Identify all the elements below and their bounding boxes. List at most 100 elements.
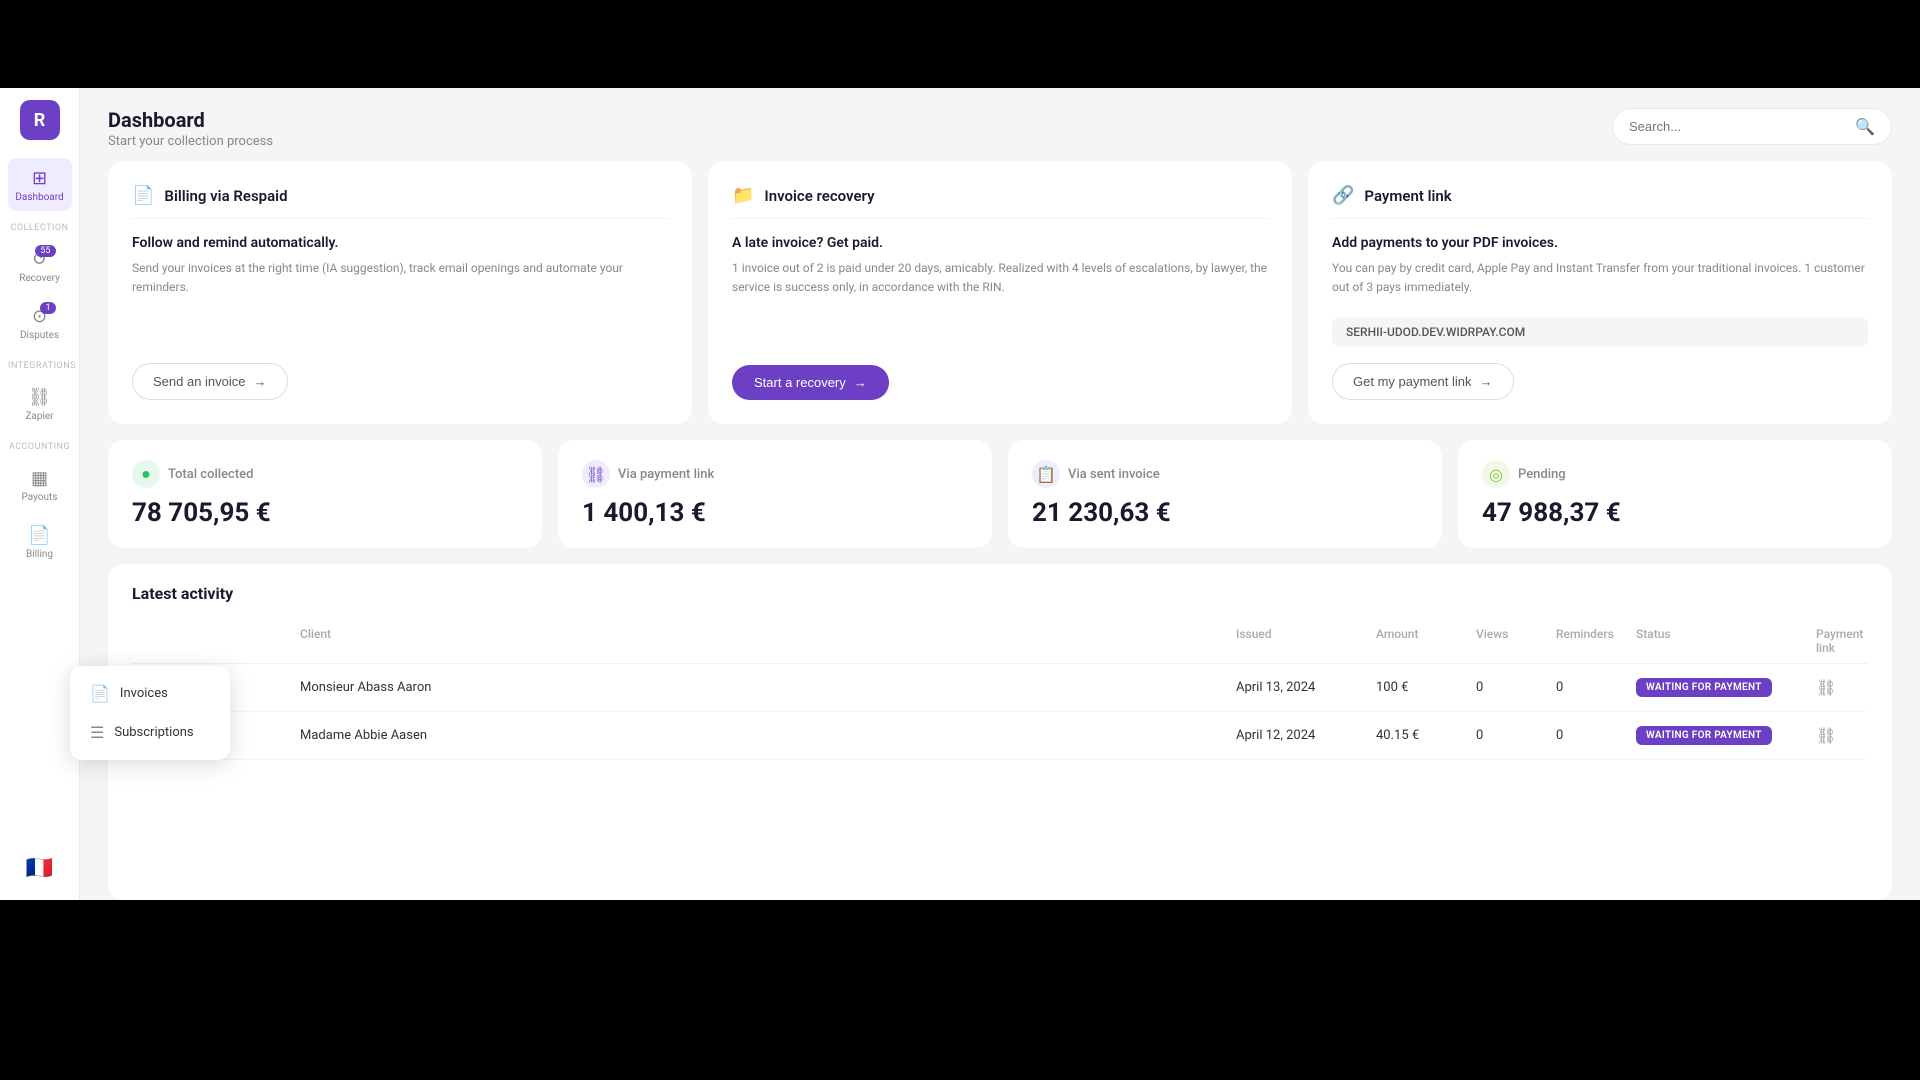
total-collected-icon: ●: [132, 460, 160, 488]
billing-card-desc: Send your invoices at the right time (IA…: [132, 259, 668, 297]
table-header: Client Issued Amount Views Reminders Sta…: [132, 619, 1868, 664]
via-sent-invoice-icon: 📋: [1032, 460, 1060, 488]
language-flag[interactable]: 🇫🇷: [24, 856, 56, 880]
table-row: XU3WQ5K Madame Abbie Aasen April 12, 202…: [132, 712, 1868, 760]
bottom-bar: [0, 900, 1920, 988]
search-bar[interactable]: 🔍: [1612, 108, 1892, 145]
send-invoice-label: Send an invoice: [153, 374, 246, 389]
activity-title: Latest activity: [132, 584, 1868, 603]
billing-card-footer: Send an invoice →: [132, 363, 668, 400]
top-bar: [0, 0, 1920, 88]
link-icon[interactable]: ⛓: [1816, 726, 1836, 745]
payment-link-headline: Add payments to your PDF invoices.: [1332, 235, 1868, 251]
col-amount: Amount: [1368, 627, 1468, 655]
row-views: 0: [1468, 728, 1548, 743]
integrations-section-label: INTEGRATIONS: [0, 351, 79, 375]
start-recovery-button[interactable]: Start a recovery →: [732, 365, 889, 400]
billing-card-title: Billing via Respaid: [164, 187, 287, 205]
status-badge: WAITING FOR PAYMENT: [1636, 678, 1772, 697]
cards-row: 📄 Billing via Respaid Follow and remind …: [108, 161, 1892, 424]
row-reminders: 0: [1548, 680, 1628, 695]
stat-header: ● Total collected: [132, 460, 518, 488]
billing-card-body: Follow and remind automatically. Send yo…: [132, 235, 668, 343]
header-text: Dashboard Start your collection process: [108, 108, 273, 149]
sidebar-item-dashboard[interactable]: ⊞ Dashboard: [8, 158, 72, 211]
sidebar-item-label: Payouts: [22, 492, 58, 503]
via-payment-link-label: Via payment link: [618, 467, 714, 482]
row-status: WAITING FOR PAYMENT: [1628, 678, 1808, 697]
domain-label: SERHII-UDOD.DEV.WIDRPAY.COM: [1332, 317, 1868, 347]
sidebar-item-zapier[interactable]: ⛓ Zapier: [8, 377, 72, 430]
col-issued: Issued: [1228, 627, 1368, 655]
col-client: Client: [292, 627, 1228, 655]
billing-card-icon: 📄: [132, 185, 154, 206]
card-header: 📄 Billing via Respaid: [132, 185, 668, 219]
via-sent-invoice-label: Via sent invoice: [1068, 467, 1160, 482]
sidebar-item-billing[interactable]: 📄 Billing: [8, 515, 72, 568]
link-icon[interactable]: ⛓: [1816, 678, 1836, 697]
row-issued: April 12, 2024: [1228, 728, 1368, 743]
sidebar-item-label: Recovery: [19, 273, 60, 284]
billing-card: 📄 Billing via Respaid Follow and remind …: [108, 161, 692, 424]
status-badge: WAITING FOR PAYMENT: [1636, 726, 1772, 745]
col-id: [132, 627, 292, 655]
row-client: Monsieur Abass Aaron: [292, 680, 1228, 695]
pending-label: Pending: [1518, 467, 1566, 482]
card-header: 🔗 Payment link: [1332, 185, 1868, 219]
collection-section-label: COLLECTION: [0, 213, 79, 237]
pending-value: 47 988,37 €: [1482, 498, 1868, 528]
payment-link-card-title: Payment link: [1364, 187, 1451, 205]
payment-link-card-icon: 🔗: [1332, 185, 1354, 206]
sidebar-item-disputes[interactable]: ⊙ 1 Disputes: [8, 296, 72, 349]
row-amount: 40.15 €: [1368, 728, 1468, 743]
start-recovery-label: Start a recovery: [754, 375, 846, 390]
col-views: Views: [1468, 627, 1548, 655]
billing-card-headline: Follow and remind automatically.: [132, 235, 668, 251]
via-payment-link-value: 1 400,13 €: [582, 498, 968, 528]
recovery-card-body: A late invoice? Get paid. 1 invoice out …: [732, 235, 1268, 345]
sidebar-item-recovery[interactable]: ↺ 55 Recovery: [8, 239, 72, 292]
sidebar-item-label: Zapier: [25, 411, 53, 422]
search-input[interactable]: [1629, 119, 1847, 134]
arrow-icon: →: [254, 374, 267, 389]
app-shell: R ⊞ Dashboard COLLECTION ↺ 55 Recovery ⊙…: [0, 88, 1920, 900]
sidebar: R ⊞ Dashboard COLLECTION ↺ 55 Recovery ⊙…: [0, 88, 80, 900]
sidebar-item-payouts[interactable]: ▦ Payouts: [8, 458, 72, 511]
payment-link-desc: You can pay by credit card, Apple Pay an…: [1332, 259, 1868, 297]
recovery-card-title: Invoice recovery: [764, 187, 874, 205]
row-client: Madame Abbie Aasen: [292, 728, 1228, 743]
row-link[interactable]: ⛓: [1808, 726, 1868, 745]
total-collected-label: Total collected: [168, 467, 253, 482]
send-invoice-button[interactable]: Send an invoice →: [132, 363, 288, 400]
via-payment-link-icon: ⛓: [582, 460, 610, 488]
arrow-icon: →: [854, 375, 867, 390]
payment-link-card-footer: SERHII-UDOD.DEV.WIDRPAY.COM Get my payme…: [1332, 317, 1868, 400]
stat-header: 📋 Via sent invoice: [1032, 460, 1418, 488]
dropdown-item-label: Subscriptions: [114, 725, 193, 740]
get-payment-link-button[interactable]: Get my payment link →: [1332, 363, 1514, 400]
via-sent-invoice-value: 21 230,63 €: [1032, 498, 1418, 528]
arrow-icon: →: [1480, 374, 1493, 389]
dropdown-item-label: Invoices: [120, 686, 168, 701]
row-views: 0: [1468, 680, 1548, 695]
sidebar-item-label: Disputes: [20, 330, 59, 341]
dropdown-item-subscriptions[interactable]: ☰ Subscriptions: [78, 713, 222, 752]
payouts-icon: ▦: [28, 466, 52, 490]
col-reminders: Reminders: [1548, 627, 1628, 655]
stat-via-sent-invoice: 📋 Via sent invoice 21 230,63 €: [1008, 440, 1442, 548]
dropdown-item-invoices[interactable]: 📄 Invoices: [78, 674, 222, 713]
get-payment-link-label: Get my payment link: [1353, 374, 1472, 389]
payment-link-card-body: Add payments to your PDF invoices. You c…: [1332, 235, 1868, 297]
stat-header: ◎ Pending: [1482, 460, 1868, 488]
row-issued: April 13, 2024: [1228, 680, 1368, 695]
row-link[interactable]: ⛓: [1808, 678, 1868, 697]
activity-section: Latest activity Client Issued Amount Vie…: [108, 564, 1892, 900]
invoices-icon: 📄: [90, 684, 110, 703]
logo[interactable]: R: [20, 100, 60, 140]
search-icon: 🔍: [1855, 117, 1875, 136]
stat-via-payment-link: ⛓ Via payment link 1 400,13 €: [558, 440, 992, 548]
recovery-card-desc: 1 invoice out of 2 is paid under 20 days…: [732, 259, 1268, 297]
zapier-icon: ⛓: [28, 385, 52, 409]
recovery-card: 📁 Invoice recovery A late invoice? Get p…: [708, 161, 1292, 424]
billing-dropdown: 📄 Invoices ☰ Subscriptions: [70, 666, 230, 760]
